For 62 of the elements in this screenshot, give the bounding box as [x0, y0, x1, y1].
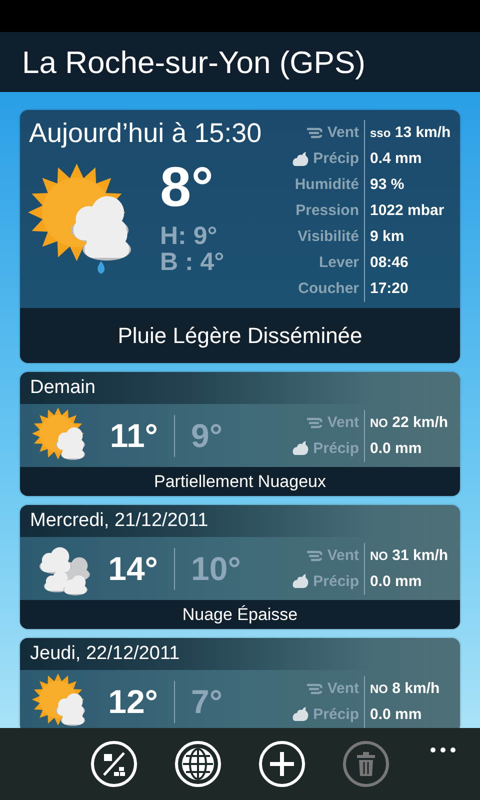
wind-icon — [306, 682, 324, 694]
detail-value: 17:20 — [370, 280, 408, 297]
add-icon — [269, 751, 295, 777]
detail-label: Humidité — [294, 175, 359, 195]
detail-label: Vent — [327, 678, 359, 698]
detail-value: 0.0 mm — [370, 706, 422, 722]
detail-label: Vent — [327, 123, 359, 143]
delete-icon — [356, 752, 376, 776]
current-temperature: 8° — [160, 159, 215, 215]
wind-icon — [306, 416, 324, 428]
wind-direction: sso — [370, 126, 391, 140]
detail-label: Vent — [327, 546, 359, 566]
detail-value: 0.4 mm — [370, 150, 422, 167]
wind-direction: NO — [370, 416, 388, 430]
condition-summary: Pluie Légère Disséminée — [20, 308, 460, 363]
high-temperature: 14° — [107, 548, 158, 589]
detail-value: 1022 mbar — [370, 202, 444, 219]
forecast-day: Mercredi, 21/12/2011 — [20, 505, 460, 537]
wind-icon — [306, 127, 324, 139]
detail-label: Précip — [313, 572, 359, 592]
forecast-day: Demain — [20, 372, 460, 404]
high-temperature: 11° — [108, 416, 158, 456]
low-temperature: 10° — [191, 548, 242, 589]
forecast-day: Jeudi, 22/12/2011 — [20, 638, 460, 670]
globe-icon — [181, 747, 215, 781]
detail-value: 0.0 mm — [370, 440, 422, 456]
detail-value: 8 km/h — [392, 680, 440, 696]
detail-value: 93 % — [370, 176, 404, 193]
detail-value: 31 km/h — [392, 546, 448, 564]
today-heading: Aujourd’hui à 15:30 — [28, 117, 263, 147]
precip-icon — [292, 152, 310, 166]
detail-value: 9 km — [370, 228, 404, 245]
detail-label: Visibilité — [298, 227, 359, 247]
wind-icon — [306, 550, 324, 562]
precip-icon — [292, 574, 310, 589]
detail-label: Précip — [313, 149, 359, 169]
detail-value: 08:46 — [370, 254, 408, 271]
location-title: La Roche-sur-Yon (GPS) — [22, 46, 366, 78]
detail-label: Précip — [313, 438, 359, 458]
detail-label: Lever — [318, 253, 359, 273]
detail-value: 0.0 mm — [370, 572, 422, 590]
detail-label: Pression — [296, 201, 359, 221]
detail-value: 22 km/h — [392, 414, 448, 430]
units-button[interactable] — [91, 741, 137, 787]
high-temperature: 12° — [107, 682, 158, 722]
detail-value: 13 km/h — [394, 124, 451, 141]
high-temperature: H: 9° — [160, 223, 218, 250]
low-temperature: B : 4° — [160, 249, 224, 276]
globe-button[interactable] — [175, 741, 221, 787]
condition-summary: Nuage Épaisse — [20, 600, 460, 629]
wind-direction: NO — [370, 682, 388, 696]
low-temperature: 7° — [191, 682, 224, 722]
precip-icon — [292, 441, 310, 456]
detail-label: Coucher — [298, 279, 359, 299]
more-icon[interactable] — [430, 746, 456, 753]
add-button[interactable] — [259, 741, 305, 787]
detail-label: Vent — [327, 412, 359, 432]
detail-label: Précip — [313, 704, 359, 724]
low-temperature: 9° — [191, 416, 224, 456]
precip-icon — [292, 707, 310, 722]
condition-summary: Partiellement Nuageux — [20, 467, 460, 496]
wind-direction: NO — [370, 548, 388, 562]
